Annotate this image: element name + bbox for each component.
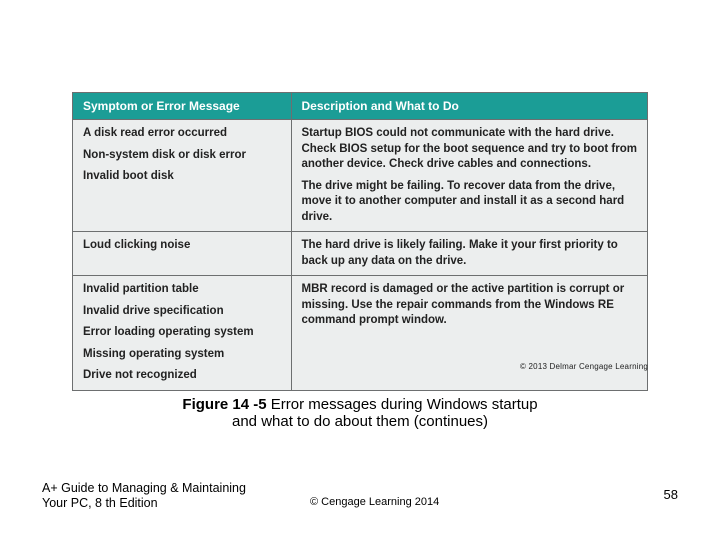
- table-row: A disk read error occurred Non-system di…: [73, 120, 648, 232]
- caption-text-1: Error messages during Windows startup: [267, 396, 538, 413]
- error-table-wrap: Symptom or Error Message Description and…: [72, 92, 648, 391]
- description-text: The hard drive is likely failing. Make i…: [302, 238, 638, 269]
- figure-caption: Figure 14 -5 Error messages during Windo…: [0, 396, 720, 430]
- description-cell: Startup BIOS could not communicate with …: [291, 120, 648, 232]
- description-text: MBR record is damaged or the active part…: [302, 282, 638, 329]
- image-credit: © 2013 Delmar Cengage Learning: [72, 362, 648, 371]
- error-table: Symptom or Error Message Description and…: [72, 92, 648, 391]
- symptom-text: Missing operating system: [83, 347, 281, 363]
- symptom-text: Non-system disk or disk error: [83, 148, 281, 164]
- symptom-text: Invalid drive specification: [83, 304, 281, 320]
- symptom-cell: Loud clicking noise: [73, 232, 292, 276]
- header-symptom: Symptom or Error Message: [73, 93, 292, 120]
- description-cell: MBR record is damaged or the active part…: [291, 276, 648, 391]
- page-number: 58: [664, 487, 678, 502]
- header-description: Description and What to Do: [291, 93, 648, 120]
- slide: Symptom or Error Message Description and…: [0, 0, 720, 540]
- figure-number: Figure 14 -5: [182, 396, 266, 413]
- symptom-text: Invalid partition table: [83, 282, 281, 298]
- symptom-cell: A disk read error occurred Non-system di…: [73, 120, 292, 232]
- symptom-cell: Invalid partition table Invalid drive sp…: [73, 276, 292, 391]
- symptom-text: Error loading operating system: [83, 325, 281, 341]
- table-header-row: Symptom or Error Message Description and…: [73, 93, 648, 120]
- symptom-text: Loud clicking noise: [83, 238, 281, 254]
- caption-line-1: Figure 14 -5 Error messages during Windo…: [0, 396, 720, 413]
- symptom-text: Invalid boot disk: [83, 169, 281, 185]
- symptom-text: A disk read error occurred: [83, 126, 281, 142]
- table-row: Loud clicking noise The hard drive is li…: [73, 232, 648, 276]
- description-text: Startup BIOS could not communicate with …: [302, 126, 638, 173]
- description-text: The drive might be failing. To recover d…: [302, 179, 638, 226]
- description-cell: The hard drive is likely failing. Make i…: [291, 232, 648, 276]
- footer-copyright: © Cengage Learning 2014: [310, 496, 439, 508]
- table-row: Invalid partition table Invalid drive sp…: [73, 276, 648, 391]
- book-title: A+ Guide to Managing & Maintaining Your …: [42, 481, 272, 512]
- caption-line-2: and what to do about them (continues): [0, 413, 720, 430]
